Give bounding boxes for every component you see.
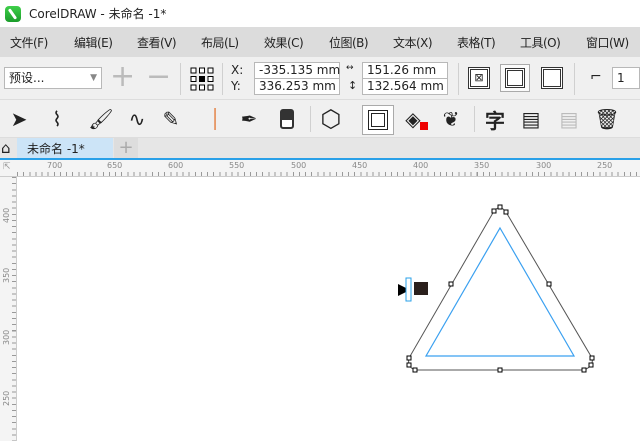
inner-triangle[interactable] bbox=[424, 226, 576, 357]
drawing-canvas[interactable] bbox=[0, 0, 640, 441]
contour-handle[interactable] bbox=[398, 277, 428, 302]
outer-contour-triangle[interactable] bbox=[408, 207, 593, 371]
